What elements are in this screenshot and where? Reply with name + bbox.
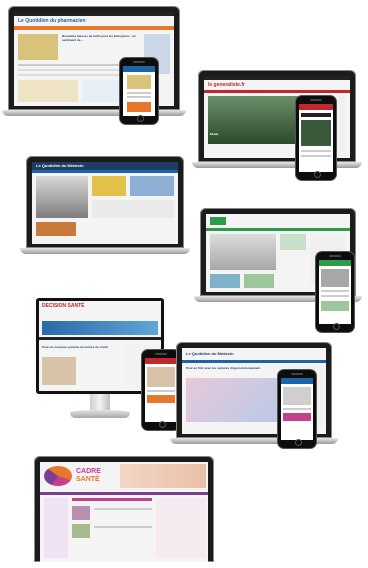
site-logo: Le Quotidien du Médecin <box>36 163 84 168</box>
laptop-quotidien-medecin: Le Quotidien du Médecin <box>20 156 190 256</box>
logo-icon <box>210 217 226 225</box>
site-logo-line2: SANTÉ <box>76 476 100 483</box>
phone-le-generaliste <box>296 96 336 180</box>
phone-quotidien-pharmacien <box>120 58 158 124</box>
site-logo-line1: CADRE <box>76 468 101 475</box>
headline: Ebola <box>210 132 219 136</box>
site-logo: Le Quotidien du Médecin <box>186 351 234 356</box>
phone-quotidien-medecin-2 <box>278 370 316 448</box>
site-logo: le generaliste.fr <box>208 82 245 88</box>
phone-cabinet <box>316 252 354 332</box>
headline: Pour en finir avec les ruptures d'approv… <box>186 366 261 370</box>
site-logo: Le Quotidien du pharmacien <box>18 18 86 24</box>
laptop-cadre-sante: CADRE SANTÉ <box>34 456 214 562</box>
headline: Pour un nouveau système de lecture du cr… <box>42 345 108 349</box>
site-logo: DECISION SANTÉ <box>42 303 85 309</box>
headline: Nouvelles baisses de tarifs pour les bio… <box>62 34 137 42</box>
phone-decision-sante <box>142 350 180 430</box>
